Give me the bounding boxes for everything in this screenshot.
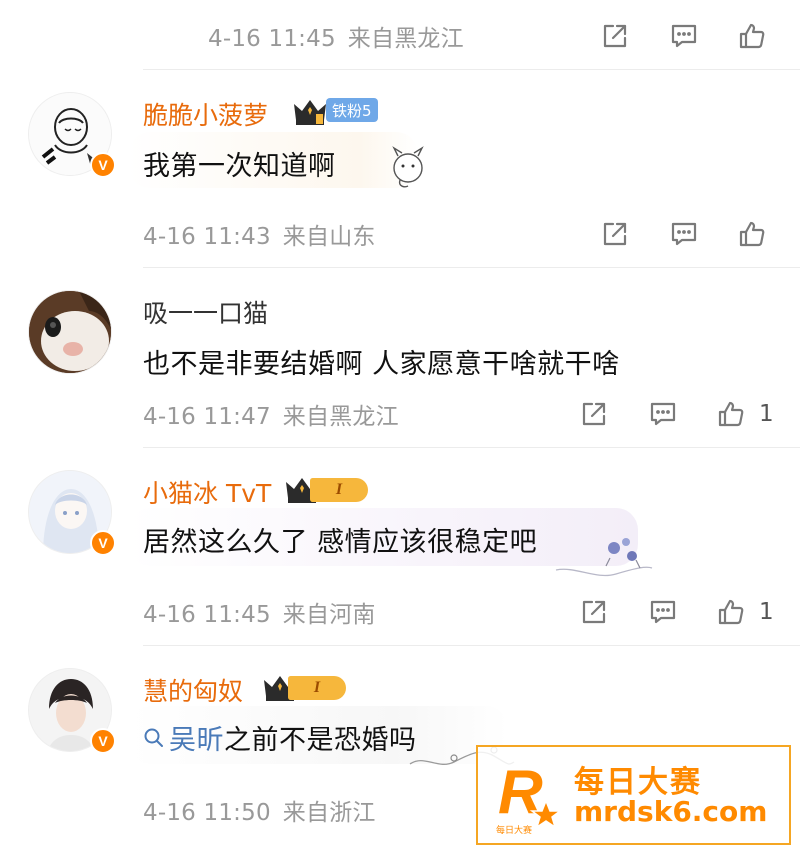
- bubble-decoration-icon: [555, 538, 653, 577]
- comment-button[interactable]: [645, 594, 681, 630]
- comment-text-row: 吴昕 之前不是恐婚吗: [143, 718, 417, 757]
- comment-location: 来自河南: [282, 602, 376, 628]
- comment-location: 来自浙江: [282, 800, 376, 826]
- avatar[interactable]: [28, 290, 112, 374]
- level-badge: I: [310, 478, 368, 502]
- comment-icon: [650, 402, 676, 426]
- comment-text: 之前不是恐婚吗: [224, 725, 417, 756]
- comment-date: 4-16 11:45: [208, 26, 336, 52]
- watermark-banner: R 每日大赛 每日大赛 mrdsk6.com: [476, 745, 791, 845]
- comment-meta: 4-16 11:45 来自河南: [143, 592, 376, 632]
- comment-icon: [671, 24, 697, 48]
- comment-username[interactable]: 吸一一口猫: [143, 294, 268, 330]
- like-icon: [739, 23, 765, 49]
- fan-badge: 铁粉5: [326, 98, 378, 122]
- comment-text: 也不是非要结婚啊 人家愿意干啥就干啥: [143, 349, 620, 380]
- verified-icon: V: [90, 530, 116, 556]
- svg-text:R: R: [498, 758, 543, 827]
- like-button[interactable]: [734, 216, 770, 252]
- comment-meta: 4-16 11:50 来自浙江: [143, 790, 376, 830]
- comment-date: 4-16 11:47: [143, 404, 271, 430]
- comment-username[interactable]: 小猫冰 TvT: [143, 474, 271, 510]
- comment-icon: [650, 600, 676, 624]
- share-icon: [582, 600, 606, 624]
- like-icon: [739, 221, 765, 247]
- share-button[interactable]: [576, 594, 612, 630]
- comment-meta: 4-16 11:45 来自黑龙江: [208, 16, 464, 56]
- comment-text: 我第一次知道啊: [143, 151, 336, 182]
- comment-location: 来自山东: [282, 224, 376, 250]
- share-icon: [603, 222, 627, 246]
- share-icon: [603, 24, 627, 48]
- search-icon: [144, 728, 163, 747]
- like-button[interactable]: [713, 396, 749, 432]
- comment-location: 来自黑龙江: [282, 404, 399, 430]
- level-badge: I: [288, 676, 346, 700]
- comment-date: 4-16 11:45: [143, 602, 271, 628]
- comment-button[interactable]: [666, 216, 702, 252]
- watermark-logo-icon: R 每日大赛: [496, 758, 563, 836]
- comment-username[interactable]: 脆脆小菠萝: [143, 96, 268, 132]
- crown-icon: [294, 100, 326, 125]
- comment-item: V 脆脆小菠萝 铁粉5 我第一次知道啊 4-16 11:43 来自山东: [0, 70, 800, 268]
- comment-icon: [671, 222, 697, 246]
- like-count: 1: [759, 599, 774, 625]
- share-icon: [582, 402, 606, 426]
- like-button[interactable]: [713, 594, 749, 630]
- comment-button[interactable]: [666, 18, 702, 54]
- watermark-url: mrdsk6.com: [574, 795, 768, 828]
- verified-icon: V: [90, 152, 116, 178]
- like-count: 1: [759, 401, 774, 427]
- share-button[interactable]: [597, 18, 633, 54]
- watermark-logo-text: 每日大赛: [496, 824, 532, 836]
- comment-item: 吸一一口猫 也不是非要结婚啊 人家愿意干啥就干啥 4-16 11:47 来自黑龙江…: [0, 268, 800, 448]
- like-icon: [718, 599, 744, 625]
- avatar-cat-image: [29, 291, 111, 373]
- share-button[interactable]: [597, 216, 633, 252]
- comment-username[interactable]: 慧的匈奴: [143, 672, 243, 708]
- comment-text: 居然这么久了 感情应该很稳定吧: [143, 527, 538, 558]
- comment-button[interactable]: [645, 396, 681, 432]
- comment-item: V 小猫冰 TvT I 居然这么久了 感情应该很稳定吧 4-16 11:45 来自…: [0, 448, 800, 646]
- comment-date: 4-16 11:50: [143, 800, 271, 826]
- comment-location: 来自黑龙江: [347, 26, 464, 52]
- like-icon: [718, 401, 744, 427]
- like-button[interactable]: [734, 18, 770, 54]
- comment-meta: 4-16 11:43 来自山东: [143, 214, 376, 254]
- comment-date: 4-16 11:43: [143, 224, 271, 250]
- topic-link[interactable]: 吴昕: [169, 718, 224, 757]
- share-button[interactable]: [576, 396, 612, 432]
- bubble-decoration-icon: [392, 146, 424, 188]
- comment-meta: 4-16 11:47 来自黑龙江: [143, 394, 399, 434]
- verified-icon: V: [90, 728, 116, 754]
